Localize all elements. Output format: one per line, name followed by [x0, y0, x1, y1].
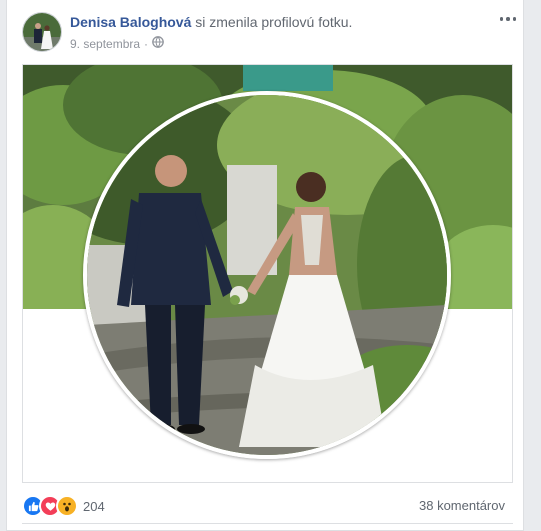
- reactions-summary[interactable]: 204: [22, 495, 105, 517]
- reaction-count[interactable]: 204: [83, 499, 105, 514]
- page-background-strip: [524, 0, 541, 531]
- post-card: Denisa Baloghová si zmenila profilovú fo…: [6, 0, 524, 531]
- profile-photo-attachment[interactable]: [22, 64, 513, 483]
- post-date-link[interactable]: 9. septembra: [70, 37, 140, 51]
- meta-separator: ·: [144, 36, 149, 51]
- post-meta: 9. septembra ·: [70, 36, 164, 51]
- wow-icon: [56, 495, 78, 517]
- more-dots-icon[interactable]: [497, 10, 519, 28]
- post-action-text: si zmenila profilovú fotku.: [191, 14, 353, 30]
- profile-picture: [83, 91, 451, 459]
- author-avatar[interactable]: [22, 12, 62, 52]
- footer-divider: [22, 523, 513, 524]
- author-name-link[interactable]: Denisa Baloghová: [70, 14, 191, 30]
- comments-count-link[interactable]: 38 komentárov: [419, 498, 505, 513]
- post-header: Denisa Baloghová si zmenila profilovú fo…: [70, 14, 352, 30]
- post-footer: 204 38 komentárov: [22, 490, 513, 520]
- globe-icon[interactable]: [152, 36, 164, 51]
